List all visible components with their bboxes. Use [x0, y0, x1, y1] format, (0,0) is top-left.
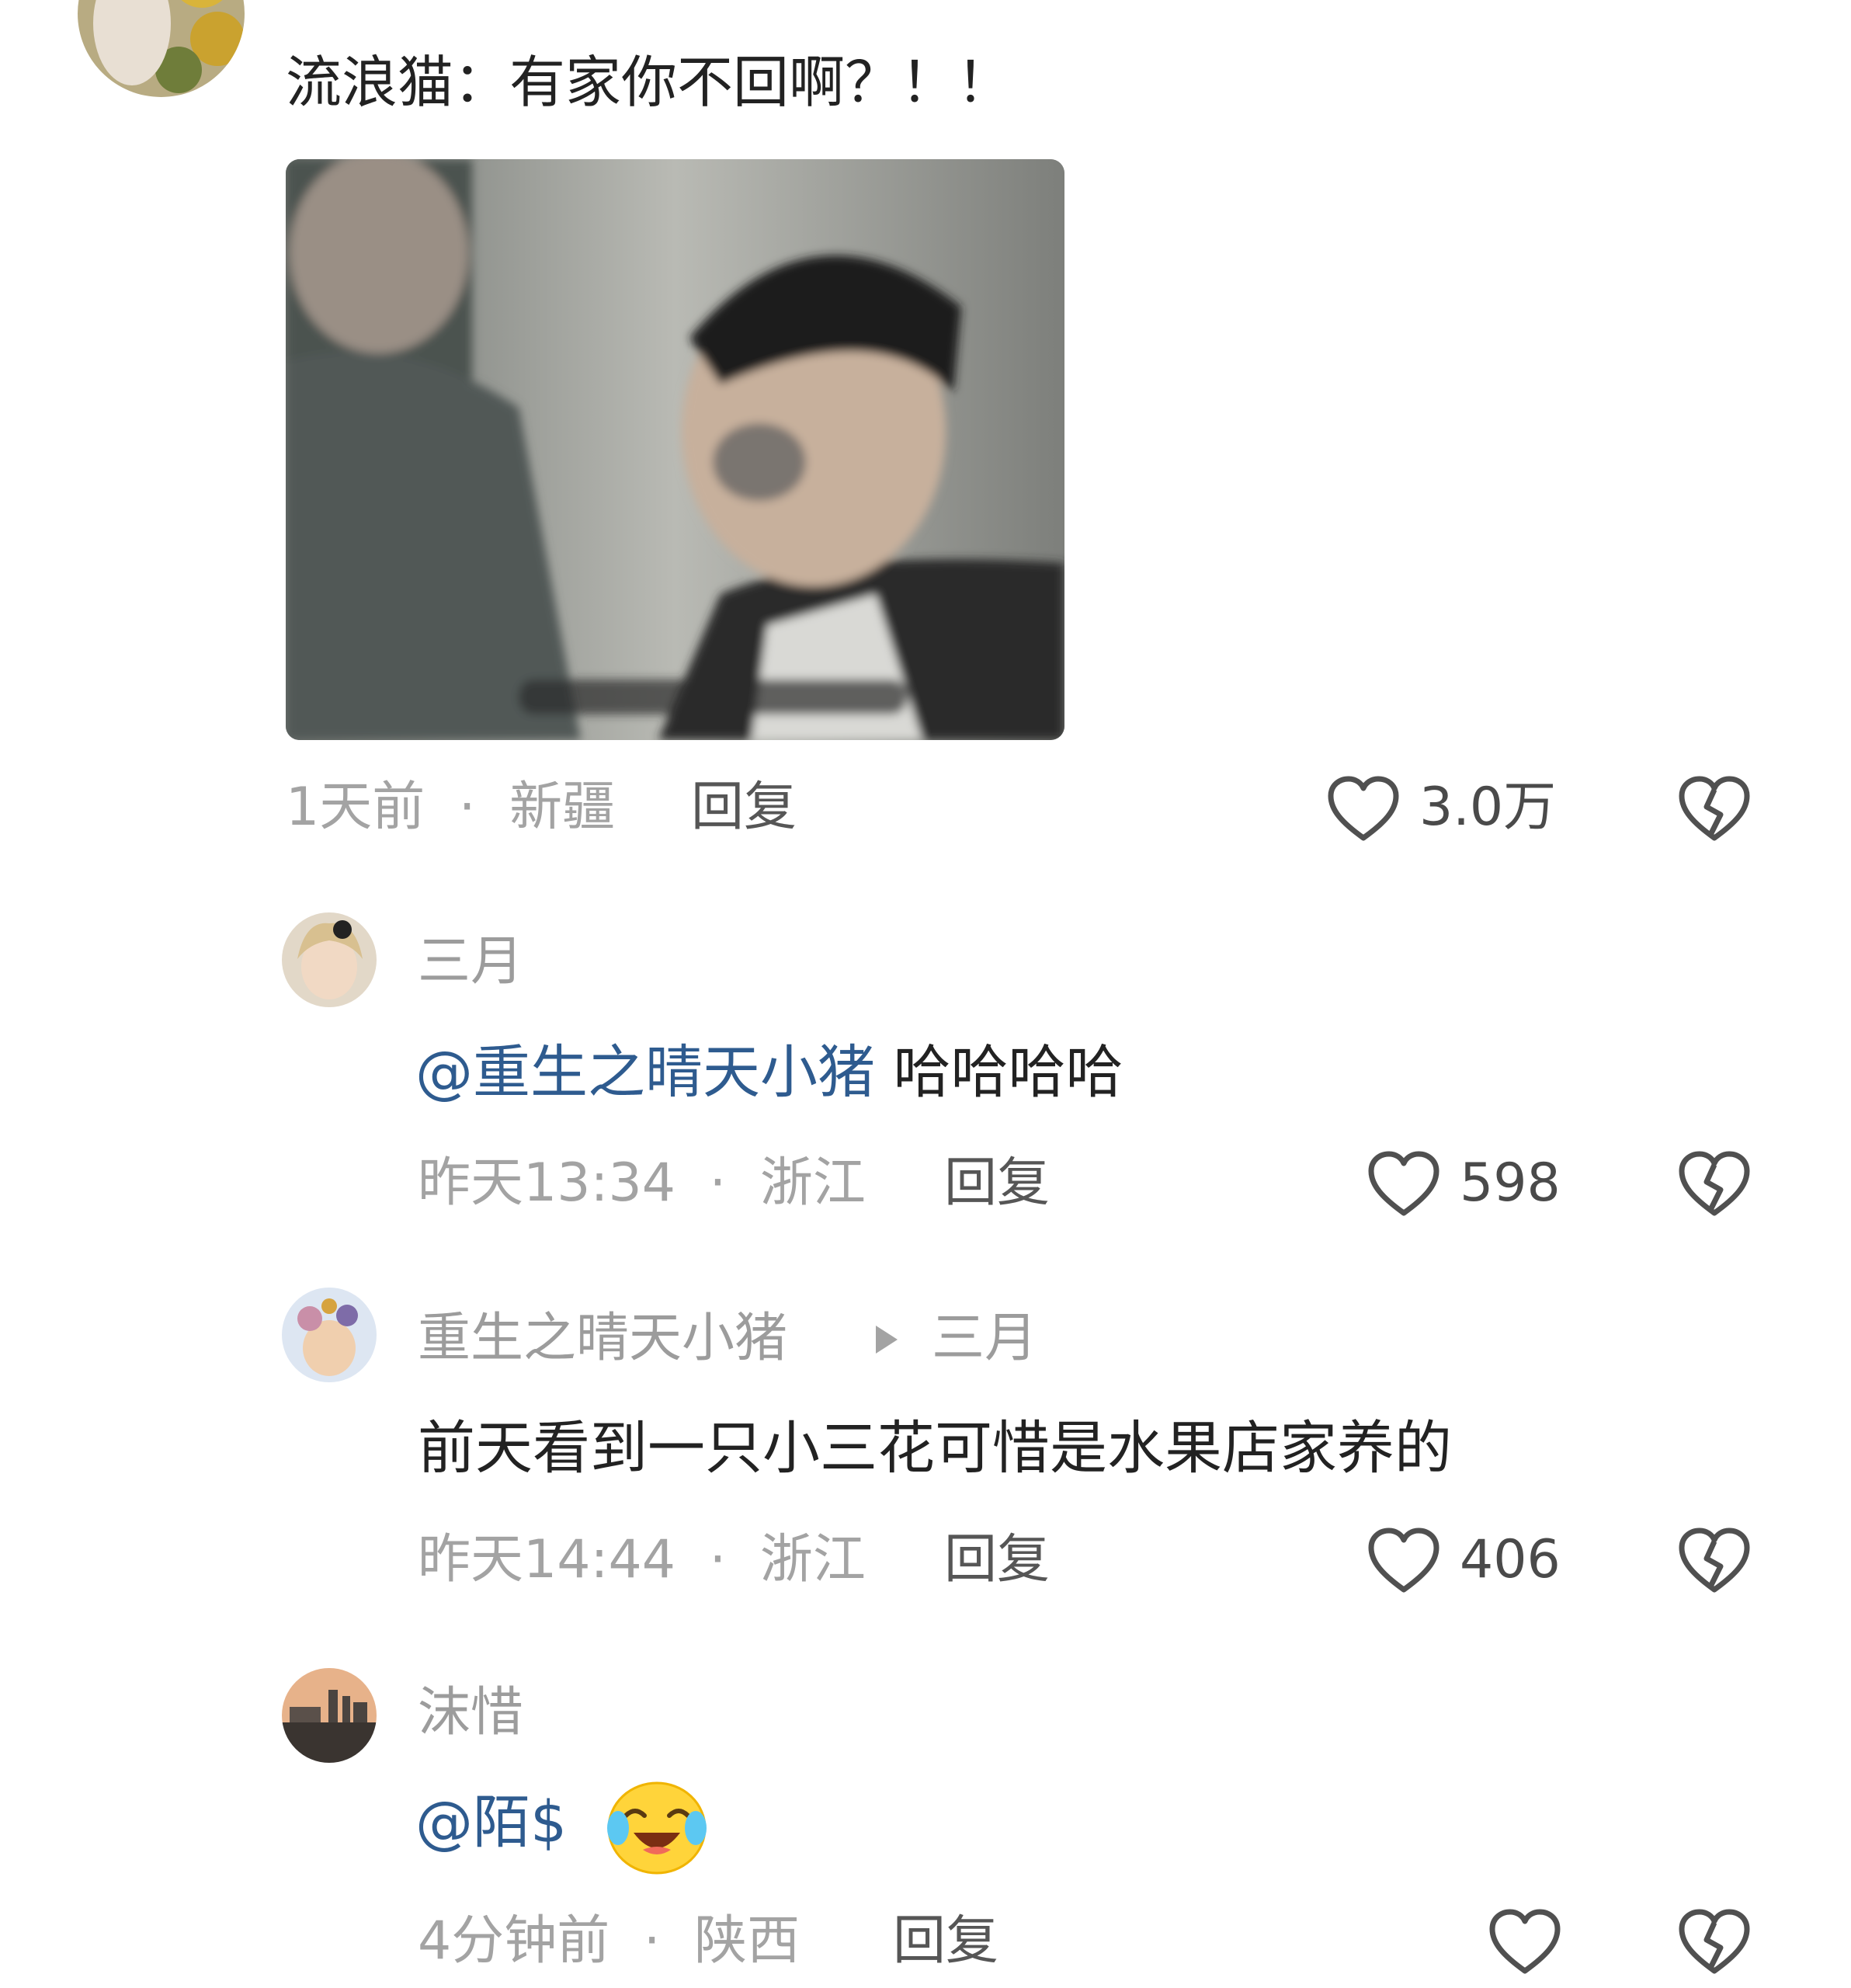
reply-1-meta: 昨天13:34 · 浙江 — [418, 1157, 866, 1210]
reply-3-meta: 4分钟前 · 陕西 — [418, 1915, 800, 1968]
heart-outline-icon[interactable] — [1326, 774, 1401, 844]
reply-3-reply-button[interactable]: 回复 — [893, 1915, 998, 1968]
meta-separator: · — [643, 1910, 661, 1972]
reply-1-like-count: 598 — [1460, 1152, 1561, 1214]
comment-image[interactable] — [286, 159, 1064, 740]
avatar-reply-3[interactable] — [282, 1668, 377, 1763]
reply-1-text: @重生之晴天小猪 哈哈哈哈 — [415, 1044, 1123, 1101]
heart-outline-icon[interactable] — [1367, 1149, 1441, 1219]
reply-2-time: 昨天14:44 — [418, 1529, 675, 1590]
like-count: 3.0万 — [1419, 777, 1557, 838]
reply-1-reply-button[interactable]: 回复 — [944, 1157, 1050, 1210]
avatar-reply-2[interactable] — [282, 1288, 377, 1382]
reply-3-username[interactable]: 沫惜 — [418, 1687, 523, 1740]
broken-heart-icon[interactable] — [1677, 1149, 1752, 1219]
reply-2-text: 前天看到一只小三花可惜是水果店家养的 — [418, 1415, 1452, 1482]
broken-heart-icon[interactable] — [1677, 1526, 1752, 1596]
reply-2-username[interactable]: 重生之晴天小猪 — [418, 1312, 787, 1365]
reply-1-content: 哈哈哈哈 — [875, 1039, 1123, 1106]
play-triangle-icon — [876, 1326, 898, 1354]
reply-3-time: 4分钟前 — [418, 1910, 610, 1972]
avatar-reply-1[interactable] — [282, 912, 377, 1007]
reply-1-location: 浙江 — [759, 1152, 866, 1214]
reply-1-time: 昨天13:34 — [418, 1152, 675, 1214]
broken-heart-icon[interactable] — [1677, 774, 1752, 844]
meta-separator: · — [709, 1152, 727, 1214]
meta-separator: · — [458, 777, 476, 838]
reply-2-meta: 昨天14:44 · 浙江 — [418, 1534, 866, 1587]
broken-heart-icon[interactable] — [1677, 1907, 1752, 1977]
meta-separator: · — [709, 1529, 727, 1590]
reply-button[interactable]: 回复 — [691, 781, 797, 834]
reply-2-like-count: 406 — [1460, 1529, 1561, 1590]
reply-2-reply-button[interactable]: 回复 — [944, 1534, 1050, 1587]
avatar-main-commenter[interactable] — [78, 0, 245, 97]
reply-3-mention[interactable]: @陌$ — [415, 1789, 567, 1856]
heart-outline-icon[interactable] — [1367, 1526, 1441, 1596]
reply-3-location: 陕西 — [694, 1910, 800, 1972]
reply-2-reply-to[interactable]: 三月 — [932, 1312, 1037, 1365]
heart-outline-icon[interactable] — [1488, 1907, 1562, 1977]
reply-3-text: @陌$ — [415, 1794, 567, 1851]
reply-2-location: 浙江 — [759, 1529, 866, 1590]
crying-laughing-emoji — [604, 1778, 710, 1876]
comment-time: 1天前 — [286, 777, 425, 838]
comment-meta: 1天前 · 新疆 — [286, 781, 615, 834]
comment-location: 新疆 — [509, 777, 616, 838]
reply-1-username[interactable]: 三月 — [418, 936, 523, 989]
reply-1-mention[interactable]: @重生之晴天小猪 — [415, 1039, 875, 1106]
comment-text: 流浪猫：有家你不回啊？！！ — [286, 50, 1013, 115]
